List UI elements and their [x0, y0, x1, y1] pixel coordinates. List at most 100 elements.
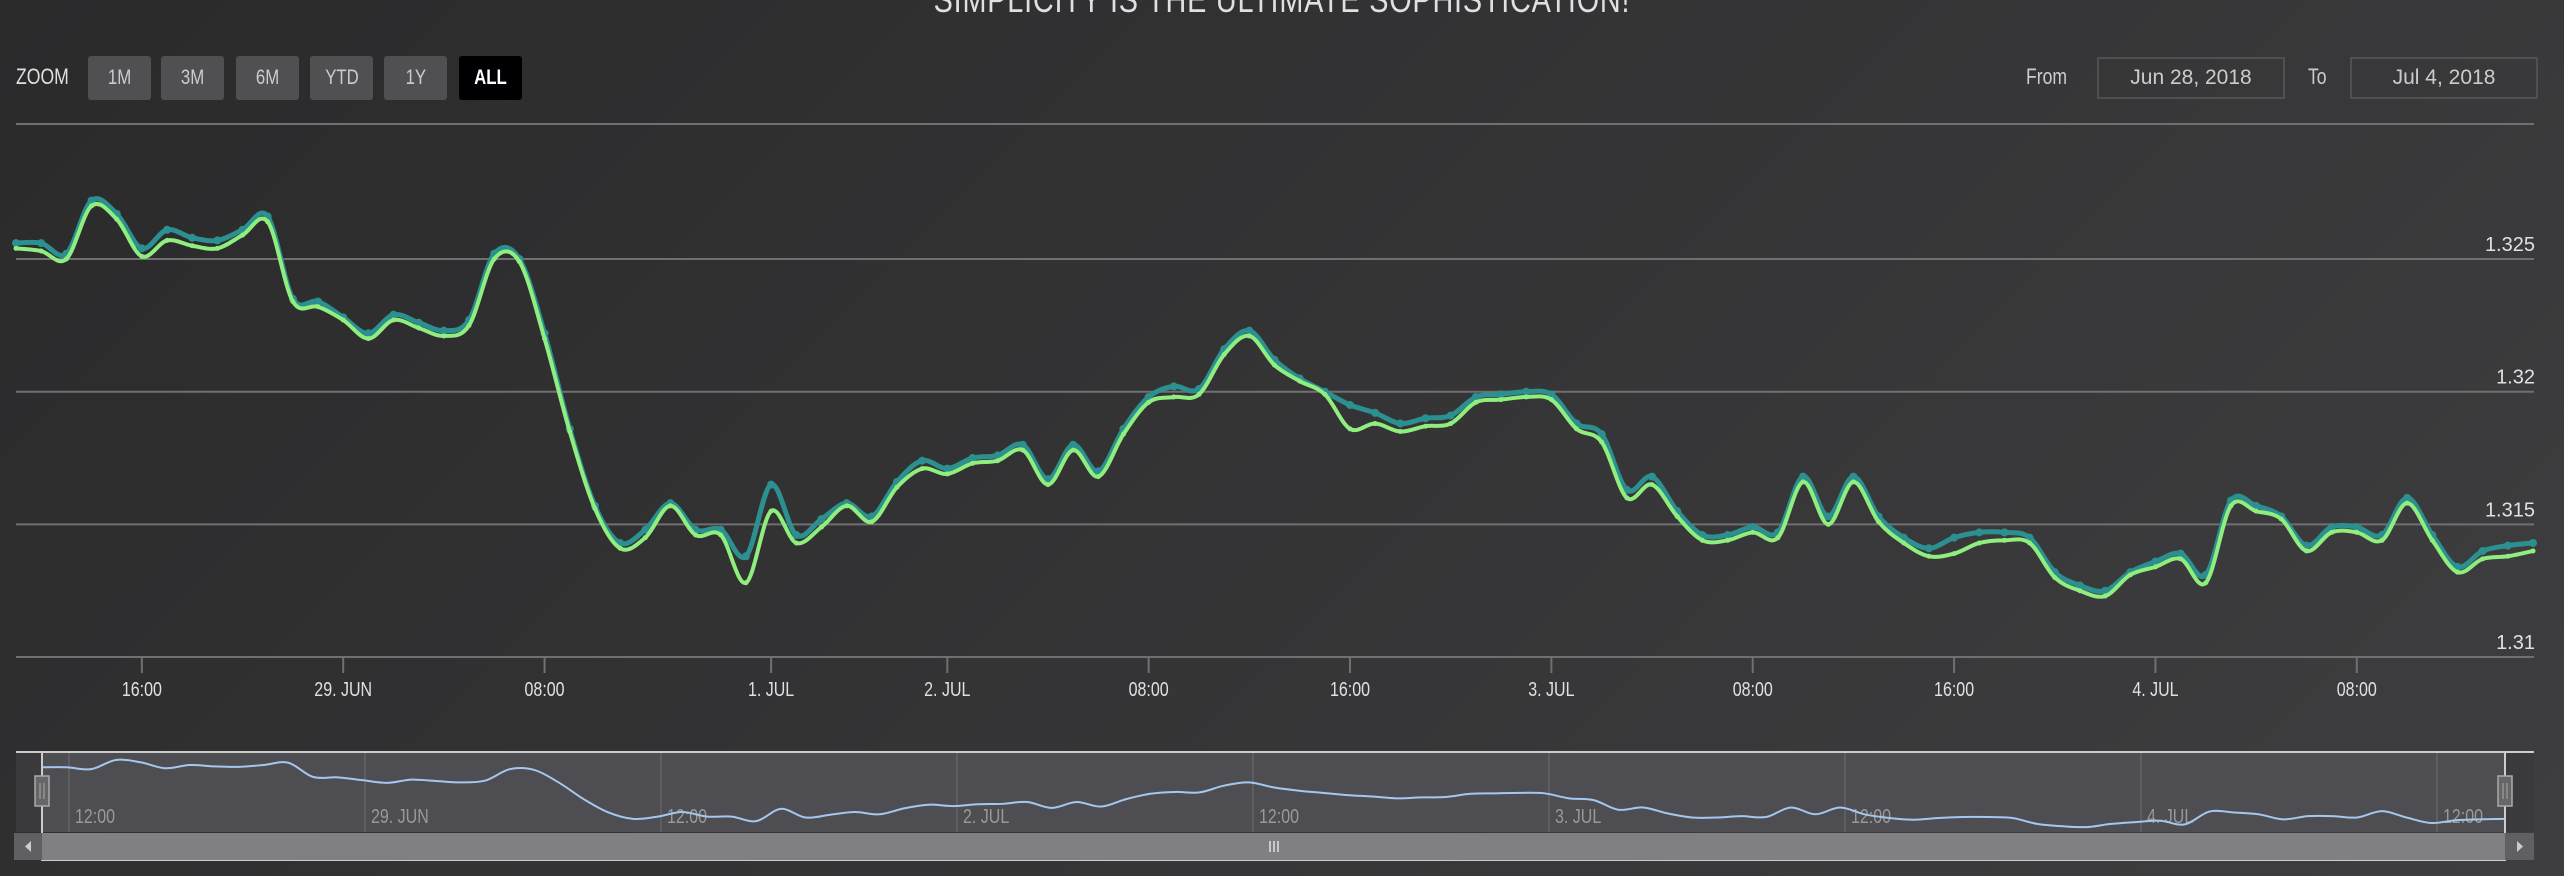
series-1-point[interactable]: [439, 326, 448, 335]
series-2-point[interactable]: [63, 256, 69, 262]
series-1-point[interactable]: [1824, 512, 1833, 521]
series-2-point[interactable]: [1523, 394, 1529, 400]
series-2-point[interactable]: [1901, 540, 1907, 546]
series-2-point[interactable]: [2429, 537, 2435, 543]
series-1-point[interactable]: [741, 552, 750, 561]
series-2-point[interactable]: [139, 253, 145, 259]
series-2-point[interactable]: [2102, 593, 2108, 599]
series-1-point[interactable]: [1371, 408, 1380, 417]
series-2-point[interactable]: [1246, 333, 1252, 339]
series-2-point[interactable]: [2178, 556, 2184, 562]
series-2-point[interactable]: [919, 466, 925, 472]
series-2-point[interactable]: [844, 503, 850, 509]
series-2-point[interactable]: [542, 336, 548, 342]
series-2-point[interactable]: [114, 216, 120, 222]
series-1-point[interactable]: [188, 233, 197, 242]
navigator-left-handle[interactable]: [34, 775, 50, 807]
series-2-point[interactable]: [2203, 580, 2209, 586]
series-2-point[interactable]: [240, 232, 246, 238]
series-1-point[interactable]: [2000, 528, 2009, 537]
series-1-point[interactable]: [2478, 546, 2487, 555]
series-1-point[interactable]: [767, 480, 776, 489]
series-2-point[interactable]: [214, 245, 220, 251]
series-2-point[interactable]: [1876, 519, 1882, 525]
series-2-point[interactable]: [164, 237, 170, 243]
series-2-point[interactable]: [2127, 572, 2133, 578]
series-2-point[interactable]: [491, 256, 497, 262]
series-2-point[interactable]: [1649, 482, 1655, 488]
series-1-point[interactable]: [2403, 493, 2412, 502]
series-2-point[interactable]: [2303, 548, 2309, 554]
series-2-point[interactable]: [2052, 574, 2058, 580]
series-2-point[interactable]: [1548, 397, 1554, 403]
series-2-point[interactable]: [1347, 426, 1353, 432]
series-2-point[interactable]: [969, 460, 975, 466]
series-1-point[interactable]: [1346, 400, 1355, 409]
series-2-point[interactable]: [2001, 537, 2007, 543]
series-1-point[interactable]: [1975, 528, 1984, 537]
series-2-point[interactable]: [466, 322, 472, 328]
series-2-point[interactable]: [944, 471, 950, 477]
series-2-point[interactable]: [2027, 540, 2033, 546]
series-2-point[interactable]: [2152, 564, 2158, 570]
series-1-point[interactable]: [1748, 523, 1757, 532]
series-1-point[interactable]: [1799, 472, 1808, 481]
series-1-point[interactable]: [1522, 387, 1531, 396]
series-1-point[interactable]: [1849, 472, 1858, 481]
series-2-point[interactable]: [189, 243, 195, 249]
series-2-point[interactable]: [1397, 429, 1403, 435]
series-1-point[interactable]: [1924, 544, 1933, 553]
series-2-point[interactable]: [315, 304, 321, 310]
series-1-point[interactable]: [389, 310, 398, 319]
series-2-point[interactable]: [1725, 537, 1731, 543]
series-2-point[interactable]: [1020, 447, 1026, 453]
series-2-point[interactable]: [2228, 503, 2234, 509]
series-2-point[interactable]: [642, 535, 648, 541]
series-1-point[interactable]: [1648, 472, 1657, 481]
series-1-point[interactable]: [213, 236, 222, 245]
series-1-point[interactable]: [1169, 382, 1178, 391]
series-1-point[interactable]: [1245, 326, 1254, 335]
series-2-point[interactable]: [1196, 391, 1202, 397]
series-2-point[interactable]: [1498, 397, 1504, 403]
series-2-point[interactable]: [1850, 479, 1856, 485]
series-1-point[interactable]: [137, 244, 146, 253]
series-2-point[interactable]: [617, 545, 623, 551]
series-2-point[interactable]: [516, 259, 522, 265]
series-2-point[interactable]: [340, 317, 346, 323]
series-1-point[interactable]: [1446, 411, 1455, 420]
series-2-point[interactable]: [1070, 447, 1076, 453]
series-2-point[interactable]: [1624, 495, 1630, 501]
series-2-point[interactable]: [667, 503, 673, 509]
series-2-point[interactable]: [2354, 529, 2360, 535]
series-1-point[interactable]: [12, 239, 20, 248]
series-2-point[interactable]: [265, 219, 271, 225]
series-2-point[interactable]: [894, 484, 900, 490]
series-2-point[interactable]: [1750, 529, 1756, 535]
series-1-point[interactable]: [1396, 419, 1405, 428]
series-2-point[interactable]: [2454, 569, 2460, 575]
series-2-point[interactable]: [2530, 548, 2536, 554]
series-2-point[interactable]: [1800, 479, 1806, 485]
series-1-point[interactable]: [314, 297, 323, 306]
series-1-point[interactable]: [1950, 533, 1959, 542]
series-1-point[interactable]: [2352, 523, 2361, 532]
series-2-point[interactable]: [995, 458, 1001, 464]
series-1-point[interactable]: [817, 515, 826, 524]
series-2-point[interactable]: [2480, 556, 2486, 562]
series-2-point[interactable]: [768, 508, 774, 514]
series-2-point[interactable]: [793, 540, 799, 546]
series-2-point[interactable]: [1825, 521, 1831, 527]
series-2-point[interactable]: [1120, 431, 1126, 437]
series-2-point[interactable]: [2278, 516, 2284, 522]
series-2-point[interactable]: [2077, 588, 2083, 594]
series-2-point[interactable]: [1775, 535, 1781, 541]
series-1-point[interactable]: [163, 225, 172, 234]
series-2-point[interactable]: [1674, 513, 1680, 519]
series-1-point[interactable]: [918, 456, 927, 465]
series-2-point[interactable]: [1372, 421, 1378, 427]
series-2-point[interactable]: [1272, 362, 1277, 368]
series-2-point[interactable]: [1599, 439, 1605, 445]
series-2-point[interactable]: [1171, 394, 1177, 400]
series-2-point[interactable]: [869, 519, 875, 525]
